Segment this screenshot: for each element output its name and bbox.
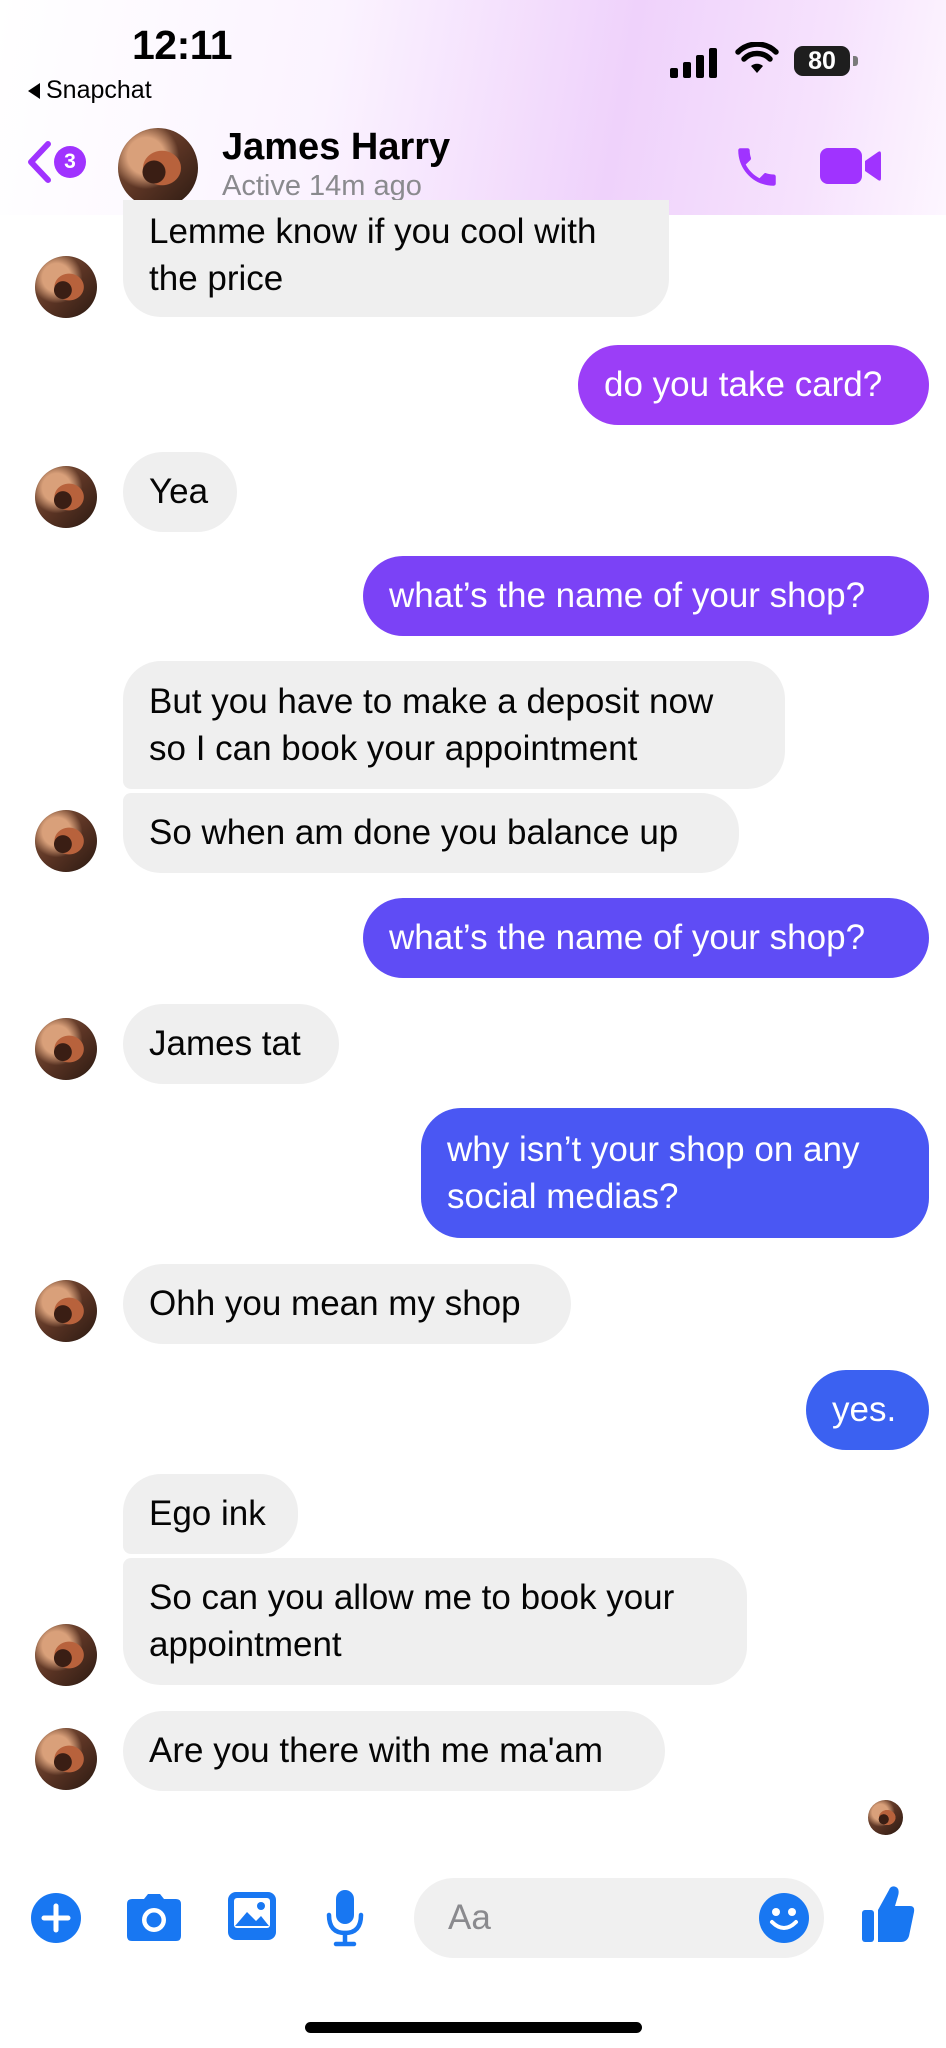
sender-avatar[interactable]	[35, 1018, 97, 1080]
plus-icon[interactable]	[30, 1892, 82, 1949]
message-bubble-incoming[interactable]: So when am done you balance up	[123, 793, 739, 873]
message-bubble-incoming[interactable]: So can you allow me to book your appoint…	[123, 1558, 747, 1685]
back-button[interactable]: 3	[26, 140, 86, 184]
contact-status: Active 14m ago	[222, 170, 422, 202]
message-text: what’s the name of your shop?	[389, 576, 866, 615]
message-text: Ego ink	[149, 1494, 266, 1533]
chevron-left-icon	[28, 141, 51, 183]
sender-avatar[interactable]	[35, 466, 97, 528]
message-text: yes.	[832, 1390, 897, 1429]
phone-call-icon[interactable]	[732, 142, 782, 197]
message-text: do you take card?	[604, 365, 883, 404]
message-bubble-incoming[interactable]: Ego ink	[123, 1474, 298, 1554]
message-bubble-incoming[interactable]: James tat	[123, 1004, 339, 1084]
camera-icon[interactable]	[126, 1893, 182, 1948]
cellular-signal-icon	[670, 48, 717, 78]
message-text: so I can book your appointment	[149, 729, 638, 768]
back-triangle-icon	[28, 82, 40, 99]
emoji-icon[interactable]	[758, 1892, 810, 1949]
message-text: So when am done you balance up	[149, 813, 679, 852]
message-bubble-outgoing[interactable]: do you take card?	[578, 345, 929, 425]
thumbs-up-icon[interactable]	[860, 1884, 916, 1949]
message-text: why isn’t your shop on any	[447, 1130, 860, 1169]
message-text: appointment	[149, 1625, 342, 1664]
message-bubble-incoming[interactable]: But you have to make a deposit now so I …	[123, 661, 785, 789]
video-call-icon[interactable]	[820, 146, 882, 191]
message-text: James tat	[149, 1024, 301, 1063]
message-bubble-outgoing[interactable]: what’s the name of your shop?	[363, 556, 929, 636]
message-text: Are you there with me ma'am	[149, 1731, 604, 1770]
message-text: So can you allow me to book your	[149, 1578, 675, 1617]
message-text: Lemme know if you cool with	[149, 212, 597, 251]
message-bubble-outgoing[interactable]: what’s the name of your shop?	[363, 898, 929, 978]
message-input-placeholder: Aa	[448, 1898, 491, 1937]
contact-name[interactable]: James Harry	[222, 126, 450, 169]
sender-avatar[interactable]	[35, 1728, 97, 1790]
wifi-icon	[735, 41, 779, 81]
message-bubble-outgoing[interactable]: why isn’t your shop on any social medias…	[421, 1108, 929, 1238]
message-bubble-incoming[interactable]: Yea	[123, 452, 237, 532]
message-text: Ohh you mean my shop	[149, 1284, 521, 1323]
message-text: Yea	[149, 472, 209, 511]
unread-count-badge: 3	[54, 146, 86, 178]
message-text: the price	[149, 259, 284, 298]
battery-cap	[853, 56, 858, 66]
home-indicator	[305, 2022, 642, 2033]
sender-avatar[interactable]	[35, 1280, 97, 1342]
message-text: But you have to make a deposit now	[149, 682, 714, 721]
microphone-icon[interactable]	[325, 1888, 365, 1953]
sender-avatar[interactable]	[35, 810, 97, 872]
battery-indicator: 80	[794, 46, 850, 76]
sender-avatar[interactable]	[35, 256, 97, 318]
status-time: 12:11	[132, 22, 233, 68]
back-to-app-link[interactable]: Snapchat	[28, 76, 152, 105]
image-icon[interactable]	[226, 1890, 278, 1947]
message-text: social medias?	[447, 1177, 679, 1216]
contact-avatar[interactable]	[118, 128, 198, 208]
message-bubble-incoming[interactable]: Are you there with me ma'am	[123, 1711, 665, 1791]
back-app-label: Snapchat	[46, 76, 152, 104]
sender-avatar[interactable]	[35, 1624, 97, 1686]
message-text: what’s the name of your shop?	[389, 918, 866, 957]
message-bubble-incoming[interactable]: Ohh you mean my shop	[123, 1264, 571, 1344]
message-bubble-outgoing[interactable]: yes.	[806, 1370, 929, 1450]
read-receipt-avatar	[868, 1800, 903, 1835]
message-bubble-incoming[interactable]: Lemme know if you cool with the price	[123, 200, 669, 317]
